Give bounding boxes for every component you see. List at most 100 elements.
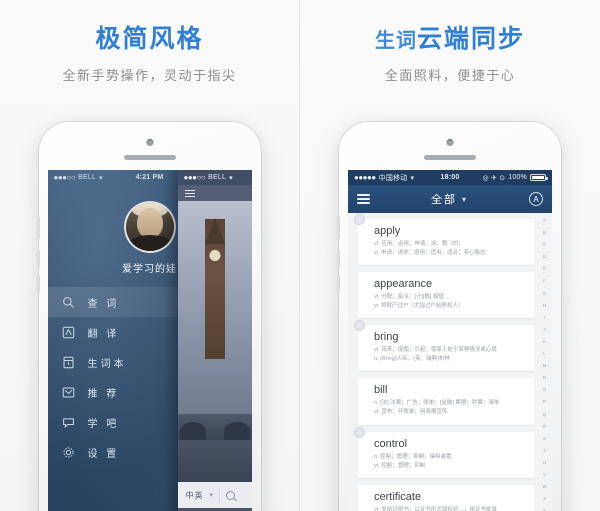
hamburger-icon[interactable] (357, 192, 370, 207)
front-camera-icon (146, 139, 153, 146)
right-heading-sub: 全面照料，便捷于心 (384, 68, 516, 83)
search-icon (62, 295, 76, 309)
status-extra-icons: ◎ ✈ ⊙ (482, 174, 506, 182)
word-definition: vt. 带来；促使；引起；使某人处于某种情况或心境 (374, 347, 497, 354)
right-headings: 生词云端同步 全面照料，便捷于心 (300, 0, 600, 84)
translate-icon (62, 325, 76, 339)
nav-title-label: 全部 (430, 194, 457, 206)
alpha-index-letter[interactable]: T (543, 448, 546, 454)
list-item[interactable]: apply vt. 应用；运用；申请；涂；敷（的） vi. 申请，请求；适用；适… (354, 214, 534, 266)
list-item[interactable]: control n. 控制；管理；抑制；操纵装置 vt. 控制；管理；抑制 (354, 426, 534, 478)
vocabulary-screen: ●●●●● 中国移动 ▾ 18:00 ◎ ✈ ⊙ 100% 全部 ▾ A app… (348, 170, 552, 511)
left-heading-sub: 全新手势操作，灵动于指尖 (62, 68, 237, 83)
volume-down-button[interactable] (337, 275, 340, 293)
volume-up-button[interactable] (337, 250, 340, 268)
inbox-icon (62, 385, 76, 399)
alpha-index-letter[interactable]: C (543, 243, 546, 248)
alpha-index-letter[interactable]: E (543, 267, 546, 272)
bridge-arch (223, 422, 250, 440)
list-item[interactable]: certificate vt. 发给证明书；以证书形式授权给…；用证书批准 n.… (358, 484, 534, 511)
word-title: apply (374, 225, 401, 237)
alpha-index-letter[interactable]: V (543, 472, 546, 478)
front-camera-icon (446, 139, 454, 146)
word-title: certificate (374, 490, 422, 503)
alpha-index-letter[interactable]: P (543, 400, 546, 405)
list-item[interactable]: bring vt. 带来；促使；引起；使某人处于某种情况或心境 n. (Brin… (354, 320, 534, 372)
silent-switch[interactable] (337, 217, 340, 239)
alpha-index-letter[interactable]: U (543, 460, 546, 466)
sidebar-item-label: 生词本 (87, 358, 127, 370)
sidebar-item-label: 翻 译 (87, 328, 120, 340)
phone-mockup-right: ●●●●● 中国移动 ▾ 18:00 ◎ ✈ ⊙ 100% 全部 ▾ A app… (337, 122, 561, 511)
word-title: bill (374, 384, 388, 397)
battery-percent-label: 100% (508, 174, 527, 181)
peek-status-bar: ●●●○○ BELL ▾ (177, 170, 252, 185)
alpha-index-letter[interactable]: W (542, 485, 546, 490)
alpha-index-letter[interactable]: R (543, 424, 546, 430)
gear-icon (62, 445, 76, 459)
signal-dots-icon: ●●●●● (354, 173, 376, 182)
left-headings: 极简风格 全新手势操作，灵动于指尖 (0, 0, 299, 84)
left-heading-main: 极简风格 (95, 25, 204, 53)
big-ben-tower (204, 218, 225, 359)
alpha-index-letter[interactable]: F (543, 279, 546, 284)
carrier-label: 中国移动 (378, 174, 408, 182)
word-list-scroll-area[interactable]: apply vt. 应用；运用；申请；涂；敷（的） vi. 申请，请求；适用；适… (348, 213, 552, 511)
river-water (177, 440, 252, 482)
right-heading-main: 生词云端同步 (300, 24, 600, 54)
alpha-index-letter[interactable]: H (543, 303, 546, 309)
clock-label: 18:00 (440, 174, 460, 181)
notebook-icon (62, 355, 76, 369)
word-title: appearance (374, 278, 433, 291)
big-ben-spire (204, 218, 225, 244)
alpha-index-letter[interactable]: K (543, 339, 546, 345)
alpha-index-letter[interactable]: O (543, 388, 547, 393)
sidebar-item-label: 学 吧 (87, 418, 120, 430)
silent-switch[interactable] (36, 217, 40, 239)
word-definition: vt. 分配；指派；[计][数] 赋值 (374, 294, 444, 301)
list-item[interactable]: appearance vt. 分配；指派；[计][数] 赋值 vi. 将财产过户… (358, 272, 534, 319)
word-definition: vi. 将财产过户（尤指过户给债权人） (374, 303, 464, 310)
chevron-down-icon[interactable]: ▾ (210, 491, 214, 499)
alpha-index-letter[interactable]: Q (543, 412, 547, 418)
carrier-label: BELL (208, 174, 227, 181)
nav-title[interactable]: 全部 ▾ (370, 191, 529, 207)
sidebar-item-label: 推 荐 (87, 388, 120, 400)
list-item-bullet (354, 320, 365, 332)
sort-alpha-icon[interactable]: A (529, 192, 543, 206)
list-item[interactable]: bill n. [法] 法案；广告；账单；[金融] 票据；钞票；清单 vt. 宣… (358, 378, 534, 425)
list-item-bullet (354, 214, 365, 225)
avatar-body (126, 235, 173, 251)
volume-down-button[interactable] (36, 275, 40, 293)
search-icon[interactable] (226, 490, 236, 500)
avatar-face (136, 208, 163, 239)
hamburger-icon[interactable] (184, 188, 195, 199)
alpha-index-letter[interactable]: D (543, 255, 546, 260)
word-definition: n. 控制；管理；抑制；操纵装置 (374, 453, 452, 460)
peek-content-panel[interactable]: ●●●○○ BELL ▾ 中英 ▾ (177, 170, 252, 511)
earpiece-speaker (424, 155, 476, 160)
alpha-index-letter[interactable]: A (543, 218, 546, 224)
alpha-index-letter[interactable]: N (543, 376, 546, 381)
phone-mockup-left: ●●●○○ BELL ▾ 4:21 PM ✼ 100% (36, 122, 261, 511)
wifi-icon: ▾ (410, 174, 415, 182)
search-toolbar: 中英 ▾ (177, 482, 252, 508)
alpha-index-letter[interactable]: B (543, 231, 546, 236)
phone-screen-right: ●●●●● 中国移动 ▾ 18:00 ◎ ✈ ⊙ 100% 全部 ▾ A app… (348, 170, 552, 511)
alpha-index-letter[interactable]: S (543, 436, 546, 442)
right-heading-prefix: 生词 (374, 30, 417, 52)
alpha-index-letter[interactable]: G (543, 291, 547, 297)
language-selector-label[interactable]: 中英 (186, 490, 204, 501)
side-drawer: ●●●○○ BELL ▾ 4:21 PM ✼ 100% (47, 170, 252, 511)
promo-panel-left: 极简风格 全新手势操作，灵动于指尖 ●●●○○ BELL ▾ (0, 0, 300, 511)
alpha-index-letter[interactable]: I (544, 315, 545, 321)
avatar[interactable] (123, 201, 176, 253)
alpha-index-letter[interactable]: L (543, 352, 546, 357)
alpha-index-letter[interactable]: M (543, 364, 547, 369)
promo-panel-right: 生词云端同步 全面照料，便捷于心 ●●●●● 中国移动 ▾ 18:00 ◎ ✈ … (300, 0, 600, 511)
alpha-index-letter[interactable]: X (543, 497, 546, 502)
signal-dots-icon: ●●●○○ (183, 173, 206, 182)
alphabet-index[interactable]: A B C D E F G H I J K L M N O P Q R S T … (539, 218, 550, 511)
alpha-index-letter[interactable]: J (543, 327, 545, 333)
volume-up-button[interactable] (36, 250, 40, 268)
